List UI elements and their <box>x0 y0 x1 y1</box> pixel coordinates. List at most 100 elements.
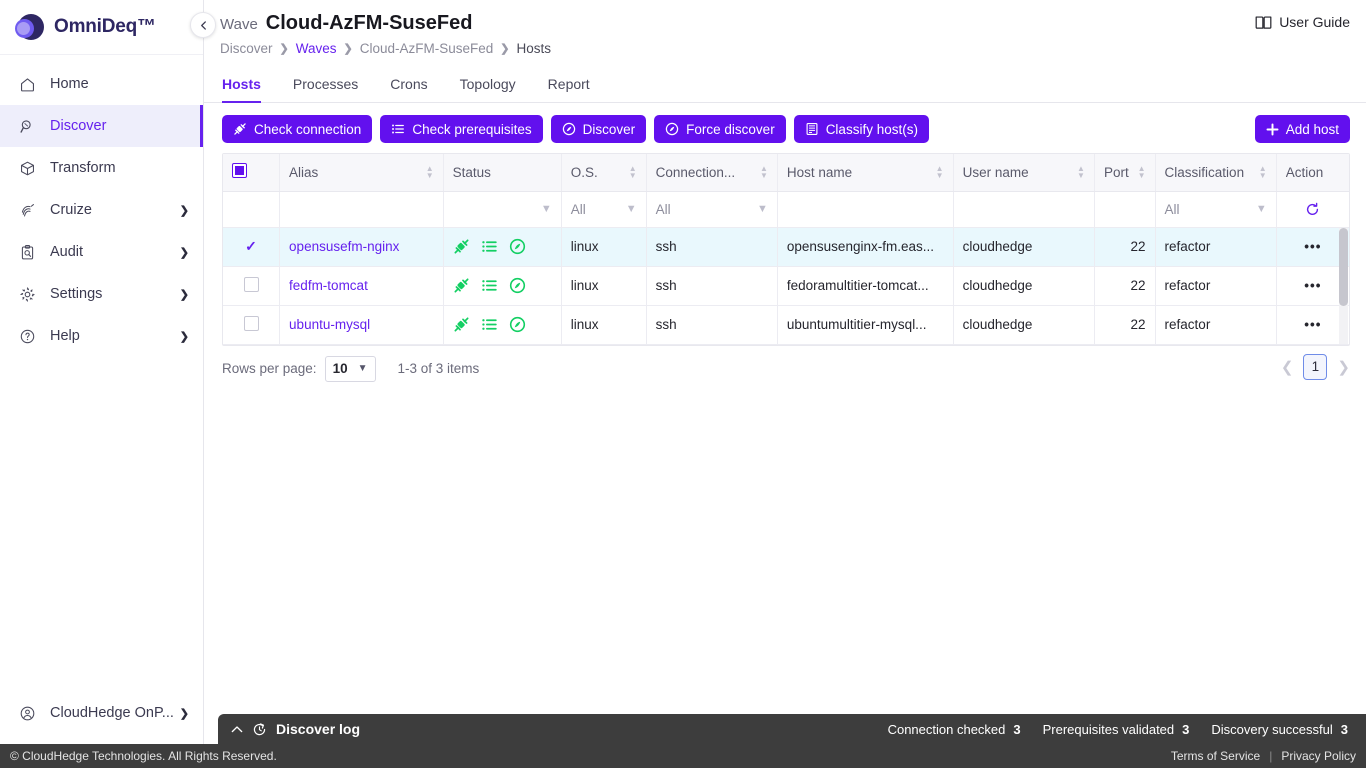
sort-icon[interactable]: ▲▼ <box>1138 165 1146 179</box>
sidebar-item-discover[interactable]: Discover <box>0 105 203 147</box>
tab-hosts[interactable]: Hosts <box>220 68 277 102</box>
home-icon <box>16 76 38 93</box>
chevron-up-icon[interactable] <box>231 725 243 734</box>
sidebar-item-cruize[interactable]: Cruize ❯ <box>0 189 203 231</box>
th-username[interactable]: User name ▲▼ <box>953 154 1094 191</box>
slash-circle-icon[interactable] <box>509 238 526 255</box>
check-prerequisites-button[interactable]: Check prerequisites <box>380 115 542 143</box>
tab-crons[interactable]: Crons <box>374 68 443 102</box>
breadcrumb: Discover ❯ Waves ❯ Cloud-AzFM-SuseFed ❯ … <box>220 41 1348 56</box>
breadcrumb-item-wave[interactable]: Cloud-AzFM-SuseFed <box>360 41 494 56</box>
privacy-policy-link[interactable]: Privacy Policy <box>1281 749 1356 763</box>
funnel-icon[interactable]: ▼ <box>541 203 552 215</box>
row-select-cell[interactable]: ✓ <box>223 227 280 266</box>
cell-alias[interactable]: fedfm-tomcat <box>280 266 444 305</box>
row-select-cell[interactable] <box>223 266 280 305</box>
th-hostname[interactable]: Host name ▲▼ <box>777 154 953 191</box>
tab-processes[interactable]: Processes <box>277 68 374 102</box>
filter-hostname[interactable] <box>777 191 953 227</box>
discover-log-stats: Connection checked 3 Prerequisites valid… <box>888 722 1366 737</box>
table-row[interactable]: ubuntu-mysql linux ssh ubuntumultitier-m… <box>223 305 1349 344</box>
slash-circle-icon[interactable] <box>509 277 526 294</box>
filter-connection[interactable]: All▼ <box>646 191 777 227</box>
cell-status <box>443 227 561 266</box>
refresh-icon[interactable] <box>1286 202 1340 217</box>
alias-link[interactable]: opensusefm-nginx <box>289 239 399 254</box>
list-icon[interactable] <box>481 277 498 294</box>
check-connection-button[interactable]: Check connection <box>222 115 372 143</box>
sidebar-collapse-button[interactable] <box>190 12 216 38</box>
force-discover-button[interactable]: Force discover <box>654 115 786 143</box>
table-row[interactable]: fedfm-tomcat linux ssh fedoramultitier-t… <box>223 266 1349 305</box>
scrollbar-thumb[interactable] <box>1339 228 1348 306</box>
filter-refresh[interactable] <box>1276 191 1349 227</box>
sidebar-item-transform[interactable]: Transform <box>0 147 203 189</box>
plug-icon[interactable] <box>453 316 470 333</box>
breadcrumb-item-waves[interactable]: Waves <box>296 41 337 56</box>
sort-icon[interactable]: ▲▼ <box>426 165 434 179</box>
user-guide-button[interactable]: User Guide <box>1255 14 1350 30</box>
funnel-icon[interactable]: ▼ <box>1256 203 1267 215</box>
plug-icon[interactable] <box>453 277 470 294</box>
slash-circle-icon[interactable] <box>509 316 526 333</box>
cell-alias[interactable]: opensusefm-nginx <box>280 227 444 266</box>
sort-icon[interactable]: ▲▼ <box>936 165 944 179</box>
chevron-left-icon[interactable]: ❮ <box>1281 358 1294 376</box>
chevron-right-icon: ❯ <box>180 246 189 259</box>
sort-icon[interactable]: ▲▼ <box>1077 165 1085 179</box>
row-checkbox[interactable] <box>244 277 259 292</box>
main-content: Wave Cloud-AzFM-SuseFed Discover ❯ Waves… <box>204 0 1366 744</box>
plug-icon[interactable] <box>453 238 470 255</box>
breadcrumb-item-discover[interactable]: Discover <box>220 41 273 56</box>
terms-of-service-link[interactable]: Terms of Service <box>1171 749 1260 763</box>
sort-icon[interactable]: ▲▼ <box>1259 165 1267 179</box>
add-host-button[interactable]: Add host <box>1255 115 1350 143</box>
chevron-right-icon: ❯ <box>180 288 189 301</box>
list-icon[interactable] <box>481 238 498 255</box>
cell-alias[interactable]: ubuntu-mysql <box>280 305 444 344</box>
table-row[interactable]: ✓ opensusefm-nginx linux ssh opensusengi… <box>223 227 1349 266</box>
filter-status[interactable]: ▼ <box>443 191 561 227</box>
alias-link[interactable]: fedfm-tomcat <box>289 278 368 293</box>
row-checked-icon[interactable]: ✓ <box>245 238 257 254</box>
sidebar-item-audit[interactable]: Audit ❯ <box>0 231 203 273</box>
classify-hosts-button[interactable]: Classify host(s) <box>794 115 929 143</box>
list-icon[interactable] <box>481 316 498 333</box>
button-label: Check connection <box>254 122 361 137</box>
th-os[interactable]: O.S. ▲▼ <box>561 154 646 191</box>
filter-alias[interactable] <box>280 191 444 227</box>
alias-link[interactable]: ubuntu-mysql <box>289 317 370 332</box>
th-label: Host name <box>787 165 852 180</box>
filter-username[interactable] <box>953 191 1094 227</box>
rows-per-page-select[interactable]: 10 ▼ <box>325 356 376 382</box>
stat-count: 3 <box>1341 722 1348 737</box>
tab-topology[interactable]: Topology <box>444 68 532 102</box>
th-alias[interactable]: Alias ▲▼ <box>280 154 444 191</box>
filter-port[interactable] <box>1094 191 1155 227</box>
sidebar-item-settings[interactable]: Settings ❯ <box>0 273 203 315</box>
th-port[interactable]: Port ▲▼ <box>1094 154 1155 191</box>
discover-log-bar[interactable]: Discover log Connection checked 3 Prereq… <box>218 714 1366 744</box>
brand-row: OmniDeq™ <box>0 0 203 55</box>
chevron-right-icon[interactable]: ❯ <box>1337 358 1350 376</box>
row-checkbox[interactable] <box>244 316 259 331</box>
funnel-icon[interactable]: ▼ <box>626 203 637 215</box>
th-classification[interactable]: Classification ▲▼ <box>1155 154 1276 191</box>
tab-report[interactable]: Report <box>532 68 606 102</box>
row-select-cell[interactable] <box>223 305 280 344</box>
filter-os[interactable]: All▼ <box>561 191 646 227</box>
discover-button[interactable]: Discover <box>551 115 647 143</box>
table-vertical-scrollbar[interactable] <box>1339 228 1348 344</box>
sidebar-item-account[interactable]: CloudHedge OnP... ❯ <box>0 692 203 734</box>
sort-icon[interactable]: ▲▼ <box>629 165 637 179</box>
page-number-1[interactable]: 1 <box>1303 354 1327 380</box>
slash-circle-icon <box>665 122 679 136</box>
th-connection[interactable]: Connection... ▲▼ <box>646 154 777 191</box>
sidebar-item-home[interactable]: Home <box>0 63 203 105</box>
funnel-icon[interactable]: ▼ <box>757 203 768 215</box>
sidebar-item-help[interactable]: Help ❯ <box>0 315 203 357</box>
sort-icon[interactable]: ▲▼ <box>760 165 768 179</box>
select-all-checkbox[interactable] <box>232 163 247 178</box>
th-select-all <box>223 154 280 191</box>
filter-classification[interactable]: All▼ <box>1155 191 1276 227</box>
